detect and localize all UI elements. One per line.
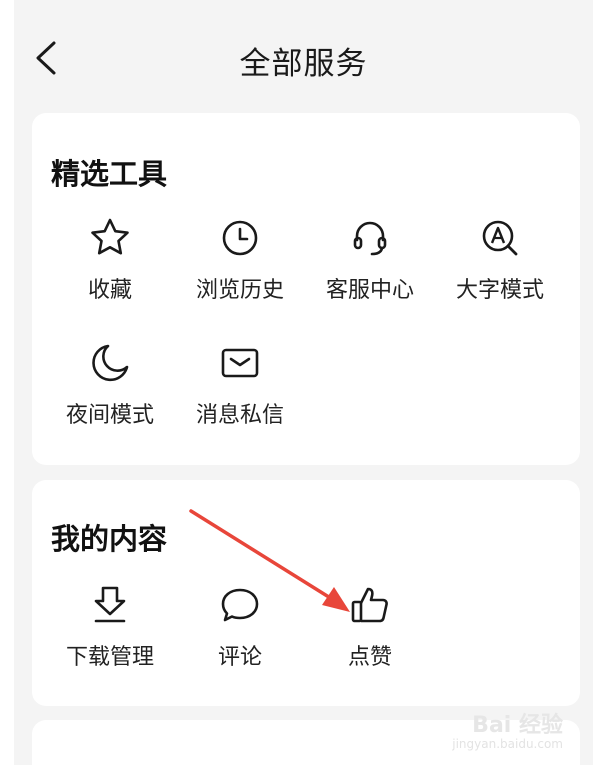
clock-icon xyxy=(222,220,258,256)
tool-label: 浏览历史 xyxy=(195,278,284,303)
magnifier-a-icon xyxy=(482,220,518,256)
content-likes[interactable]: 点赞 xyxy=(305,583,435,671)
tool-large-font-mode[interactable]: 大字模式 xyxy=(435,216,565,304)
content-label: 点赞 xyxy=(347,645,392,670)
header-bar: 全部服务 xyxy=(14,0,593,96)
content-label: 评论 xyxy=(217,645,262,670)
tool-customer-service[interactable]: 客服中心 xyxy=(305,216,435,304)
watermark-url: jingyan.baidu.com xyxy=(452,736,563,751)
my-content-card: 我的内容 下载管理 评论 点赞 xyxy=(32,480,580,706)
star-icon xyxy=(91,218,129,255)
tool-browse-history[interactable]: 浏览历史 xyxy=(175,216,305,304)
tool-label: 客服中心 xyxy=(325,278,414,303)
watermark: Bai 经验 jingyan.baidu.com xyxy=(452,712,563,751)
thumbs-up-icon xyxy=(351,587,388,623)
tool-messages[interactable]: 消息私信 xyxy=(175,341,305,429)
featured-tools-card: 精选工具 收藏 浏览历史 客服中心 大字模式 夜间模式 消息私信 xyxy=(32,113,580,465)
tool-label: 消息私信 xyxy=(195,403,284,428)
headset-icon xyxy=(353,221,387,256)
tool-favorites[interactable]: 收藏 xyxy=(45,216,175,304)
envelope-icon xyxy=(221,348,259,378)
tool-label: 大字模式 xyxy=(455,278,544,303)
watermark-brand: Bai 经验 xyxy=(472,712,563,738)
moon-icon xyxy=(92,344,129,382)
tool-label: 收藏 xyxy=(87,278,132,303)
tool-label: 夜间模式 xyxy=(65,403,154,428)
section-title-my-content: 我的内容 xyxy=(51,522,168,556)
tool-night-mode[interactable]: 夜间模式 xyxy=(45,341,175,429)
comment-icon xyxy=(221,588,259,622)
content-download-manager[interactable]: 下载管理 xyxy=(45,583,175,671)
content-label: 下载管理 xyxy=(65,645,154,670)
download-icon xyxy=(94,586,126,623)
screen: 全部服务 精选工具 收藏 浏览历史 客服中心 大字模式 夜间模式 消息私信 我的… xyxy=(14,0,593,780)
content-comments[interactable]: 评论 xyxy=(175,583,305,671)
section-title-featured-tools: 精选工具 xyxy=(51,157,168,191)
page-title: 全部服务 xyxy=(239,46,368,82)
